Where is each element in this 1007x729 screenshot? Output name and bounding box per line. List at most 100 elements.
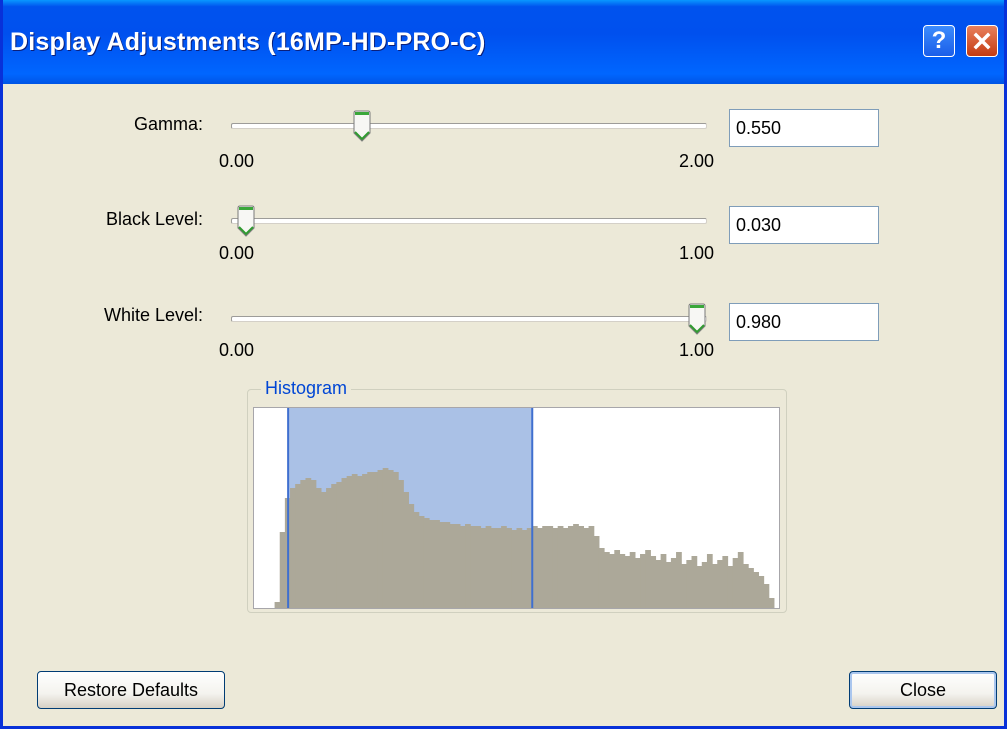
histogram-bar xyxy=(336,482,343,608)
histogram-bar xyxy=(418,516,425,608)
histogram-bar xyxy=(480,528,487,608)
histogram-bar xyxy=(691,556,698,608)
histogram-bar xyxy=(604,552,610,608)
black-level-max-label: 1.00 xyxy=(679,243,715,263)
gamma-label: Gamma: xyxy=(133,114,203,134)
white-level-max-label: 1.00 xyxy=(679,340,715,360)
histogram-bar xyxy=(588,526,595,608)
black-level-min-label: 0.00 xyxy=(219,243,255,263)
black-level-label: Black Level: xyxy=(105,209,203,229)
gamma-value-input[interactable]: 0.550 xyxy=(729,109,879,147)
histogram-bar xyxy=(629,552,636,608)
histogram-bar xyxy=(516,528,523,608)
histogram-bar xyxy=(727,566,734,608)
histogram-bar xyxy=(372,472,379,608)
histogram-bar xyxy=(737,552,744,608)
histogram-bar xyxy=(598,548,605,608)
histogram-bar xyxy=(634,558,641,608)
histogram-bar xyxy=(758,576,765,608)
histogram-bar xyxy=(676,552,682,608)
histogram-bar xyxy=(712,564,718,608)
histogram-bar xyxy=(439,522,446,608)
histogram-bar xyxy=(511,530,518,608)
histogram-plot xyxy=(253,407,780,609)
histogram-bar xyxy=(459,526,466,608)
histogram-bar xyxy=(645,550,651,608)
histogram-bar xyxy=(665,562,672,608)
gamma-max-label: 2.00 xyxy=(679,151,715,171)
histogram-bar xyxy=(573,524,579,608)
histogram-bar xyxy=(485,526,492,608)
histogram-bar xyxy=(326,488,332,608)
histogram-bar xyxy=(578,526,585,608)
histogram-bar xyxy=(748,568,754,608)
histogram-bar xyxy=(619,554,626,608)
histogram-bar xyxy=(413,512,420,608)
histogram-bar xyxy=(701,562,708,608)
histogram-bar xyxy=(300,480,307,608)
black-level-value-input[interactable]: 0.030 xyxy=(729,206,879,244)
slider-thumb-shape xyxy=(353,110,371,142)
histogram-bar xyxy=(398,480,404,608)
histogram-bar xyxy=(753,572,760,608)
histogram-bar xyxy=(341,478,348,608)
histogram-bar xyxy=(408,504,415,608)
histogram-bar xyxy=(670,558,677,608)
histogram-bar xyxy=(567,526,574,608)
display-adjustments-dialog: Display Adjustments (16MP-HD-PRO-C) ? Ga… xyxy=(0,0,1007,729)
histogram-bar xyxy=(454,524,461,608)
histogram-bar xyxy=(434,520,440,608)
histogram-bar xyxy=(403,492,410,608)
gamma-slider-thumb[interactable] xyxy=(351,110,373,142)
histogram-bar xyxy=(470,526,476,608)
histogram-bar xyxy=(377,470,384,608)
histogram-bar xyxy=(722,556,729,608)
histogram-bar xyxy=(655,560,662,608)
close-window-button[interactable] xyxy=(966,25,998,57)
histogram-bar xyxy=(382,468,389,608)
histogram-bar xyxy=(274,602,281,608)
histogram-bar xyxy=(475,526,482,608)
histogram-bar xyxy=(501,526,507,608)
histogram-graph xyxy=(274,408,775,608)
histogram-bar xyxy=(742,564,749,608)
histogram-bar xyxy=(346,476,353,608)
histogram-bar xyxy=(696,566,703,608)
black-level-slider-track[interactable] xyxy=(231,218,707,224)
histogram-bar xyxy=(356,476,363,608)
white-level-slider-track[interactable] xyxy=(231,316,707,322)
white-level-min-label: 0.00 xyxy=(219,340,255,360)
histogram-bar xyxy=(614,550,621,608)
histogram-bar xyxy=(768,598,775,608)
histogram-bar xyxy=(562,528,569,608)
histogram-bar xyxy=(537,528,543,608)
restore-defaults-button[interactable]: Restore Defaults xyxy=(37,671,225,709)
histogram-bar xyxy=(609,554,615,608)
histogram-bar xyxy=(490,528,497,608)
slider-thumb-shape xyxy=(237,205,255,237)
histogram-bar xyxy=(295,484,301,608)
title-bar[interactable]: Display Adjustments (16MP-HD-PRO-C) ? xyxy=(3,0,1004,84)
histogram-bar xyxy=(310,480,317,608)
close-icon xyxy=(973,32,991,50)
histogram-bar xyxy=(495,528,502,608)
slider-thumb-shape xyxy=(688,303,706,335)
white-level-slider-thumb[interactable] xyxy=(686,303,708,335)
help-icon: ? xyxy=(931,27,947,54)
histogram-bar xyxy=(542,526,548,608)
window-title: Display Adjustments (16MP-HD-PRO-C) xyxy=(10,28,486,56)
histogram-bar xyxy=(367,472,373,608)
black-level-slider-thumb[interactable] xyxy=(235,205,257,237)
histogram-bar xyxy=(763,584,770,608)
histogram-bar xyxy=(717,560,723,608)
gamma-min-label: 0.00 xyxy=(219,151,255,171)
help-button[interactable]: ? xyxy=(923,25,955,57)
histogram-bar xyxy=(320,492,327,608)
histogram-bar xyxy=(290,488,296,608)
histogram-bar xyxy=(351,474,358,608)
histogram-bar xyxy=(423,518,430,608)
white-level-value-input[interactable]: 0.980 xyxy=(729,303,879,341)
gamma-slider-track[interactable] xyxy=(231,123,707,129)
close-button[interactable]: Close xyxy=(849,671,997,709)
histogram-bar xyxy=(660,554,667,608)
